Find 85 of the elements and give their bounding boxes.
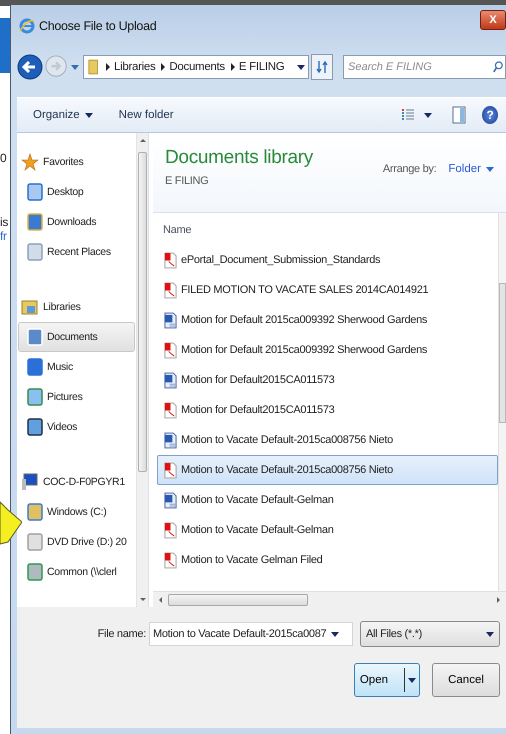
pdf-file-icon bbox=[164, 252, 177, 268]
address-bar[interactable]: Libraries Documents E FILING bbox=[83, 55, 309, 79]
nav-group[interactable]: Favorites bbox=[17, 147, 136, 177]
nav-item-icon bbox=[27, 183, 43, 201]
nav-group[interactable]: Libraries bbox=[17, 292, 136, 322]
file-row[interactable]: Motion to Vacate Gelman Filed bbox=[157, 545, 498, 575]
pdf-file-icon bbox=[164, 522, 177, 538]
folder-icon bbox=[88, 58, 100, 76]
nav-item[interactable]: Downloads bbox=[18, 207, 135, 237]
word-file-icon bbox=[164, 312, 177, 328]
nav-item[interactable]: Pictures bbox=[18, 382, 135, 412]
nav-item-icon bbox=[27, 563, 43, 581]
view-caret-icon[interactable] bbox=[424, 112, 432, 118]
nav-item[interactable]: Windows (C:) bbox=[18, 497, 135, 527]
nav-item-icon bbox=[27, 503, 43, 521]
pdf-file-icon bbox=[164, 402, 177, 418]
open-button[interactable]: Open bbox=[354, 663, 420, 697]
file-row[interactable]: Motion to Vacate Default-2015ca008756 Nieto bbox=[157, 425, 498, 455]
file-row[interactable]: Motion for Default2015CA011573 bbox=[157, 365, 498, 395]
nav-item[interactable]: DVD Drive (D:) 20 bbox=[18, 527, 135, 557]
nav-item[interactable]: Recent Places bbox=[18, 237, 135, 267]
nav-item-icon bbox=[27, 418, 43, 436]
library-subtitle: E FILING bbox=[165, 175, 210, 187]
pdf-file-icon bbox=[164, 552, 177, 568]
cancel-button[interactable]: Cancel bbox=[432, 663, 500, 697]
nav-item-icon bbox=[27, 328, 43, 346]
breadcrumb-item[interactable]: Documents bbox=[169, 61, 225, 73]
nav-item-icon bbox=[27, 243, 43, 261]
nav-item[interactable]: Music bbox=[18, 352, 135, 382]
refresh-icon bbox=[316, 60, 328, 74]
file-type-dropdown[interactable]: All Files (*.*) bbox=[360, 621, 500, 647]
pdf-file-icon bbox=[164, 342, 177, 358]
pdf-file-icon bbox=[164, 282, 177, 298]
preview-pane-icon[interactable] bbox=[452, 106, 466, 124]
file-row[interactable]: Motion for Default 2015ca009392 Sherwood Gardens bbox=[157, 305, 498, 335]
arrange-label: Arrange by: bbox=[382, 163, 436, 175]
library-icon bbox=[21, 298, 39, 316]
library-title: Documents library bbox=[165, 147, 314, 169]
page-text-fragment: fr bbox=[0, 229, 8, 243]
help-button[interactable]: ? bbox=[482, 106, 498, 124]
nav-item-icon bbox=[27, 358, 43, 376]
breadcrumb-item[interactable]: E FILING bbox=[238, 61, 284, 73]
pdf-file-icon bbox=[164, 462, 177, 478]
browser-logo-icon bbox=[19, 18, 35, 34]
window-title: Choose File to Upload bbox=[39, 19, 156, 33]
file-row[interactable]: Motion for Default 2015ca009392 Sherwood Gardens bbox=[157, 335, 498, 365]
star-icon bbox=[21, 153, 39, 171]
nav-item[interactable]: Desktop bbox=[18, 177, 135, 207]
word-file-icon bbox=[164, 492, 177, 508]
breadcrumb-item[interactable]: Libraries bbox=[114, 61, 156, 73]
breadcrumb-arrow-icon[interactable] bbox=[230, 63, 235, 71]
nav-item[interactable]: Documents bbox=[18, 322, 135, 352]
search-field[interactable]: Search E FILING bbox=[343, 55, 506, 79]
file-row[interactable]: Motion for Default2015CA011573 bbox=[157, 395, 498, 425]
organize-button[interactable]: Organize bbox=[27, 107, 99, 123]
computer-icon bbox=[21, 473, 39, 491]
nav-group[interactable]: COC-D-F0PGYR1 bbox=[17, 467, 136, 497]
nav-item-icon bbox=[27, 533, 43, 551]
nav-item-icon bbox=[27, 213, 43, 231]
breadcrumb-arrow-icon[interactable] bbox=[106, 63, 110, 71]
search-icon bbox=[493, 60, 503, 74]
nav-item-icon bbox=[27, 388, 43, 406]
nav-item[interactable]: Videos bbox=[18, 412, 135, 442]
word-file-icon bbox=[164, 432, 177, 448]
file-row[interactable]: ePortal_Document_Submission_Standards bbox=[157, 245, 498, 275]
file-row[interactable]: Motion to Vacate Default-Gelman bbox=[157, 515, 498, 545]
word-file-icon bbox=[164, 372, 177, 388]
breadcrumb-arrow-icon[interactable] bbox=[161, 63, 166, 71]
page-header-bar bbox=[0, 18, 10, 73]
file-row[interactable]: FILED MOTION TO VACATE SALES 2014CA014921 bbox=[157, 275, 498, 305]
file-name-field[interactable]: Motion to Vacate Default-2015ca0087 bbox=[149, 622, 353, 646]
arrange-dropdown[interactable]: Folder bbox=[448, 163, 494, 175]
page-text-fragment: is bbox=[0, 215, 10, 229]
page-text-fragment: 0 bbox=[0, 151, 8, 165]
refresh-button[interactable] bbox=[311, 54, 333, 80]
new-folder-button[interactable]: New folder bbox=[112, 107, 180, 123]
close-button[interactable]: X bbox=[480, 10, 506, 30]
nav-item[interactable]: Common (\\clerl bbox=[18, 557, 135, 587]
file-name-label: File name: bbox=[98, 628, 146, 640]
address-caret-icon[interactable] bbox=[297, 64, 306, 70]
file-row[interactable]: Motion to Vacate Default-2015ca008756 Nieto bbox=[157, 455, 498, 485]
view-options-icon[interactable] bbox=[401, 108, 415, 122]
file-row[interactable]: Motion to Vacate Default-Gelman bbox=[157, 485, 498, 515]
back-icon[interactable] bbox=[17, 54, 43, 80]
name-column-header[interactable]: Name bbox=[157, 215, 498, 245]
